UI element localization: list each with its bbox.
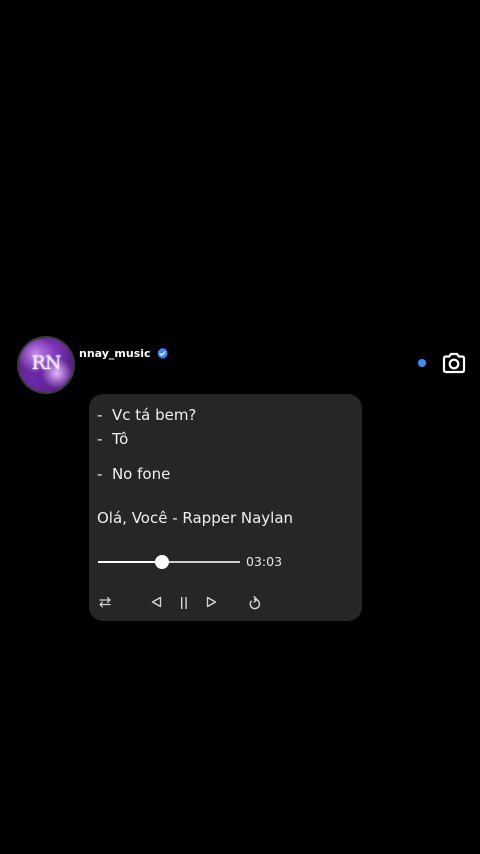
verified-badge-icon (157, 347, 168, 359)
progress-track[interactable] (98, 561, 240, 563)
username[interactable]: nnay_music (79, 347, 151, 360)
repeat-icon[interactable] (98, 596, 112, 608)
username-row[interactable]: nnay_music (79, 347, 169, 360)
avatar-monogram: RN (31, 352, 62, 374)
camera-icon[interactable] (441, 351, 467, 375)
music-card (89, 394, 362, 621)
pause-icon[interactable] (180, 596, 188, 610)
lyric-line-1: - Vc tá bem? (97, 406, 197, 424)
replay-icon[interactable] (248, 596, 261, 610)
avatar[interactable]: RN (17, 336, 75, 394)
previous-icon[interactable] (151, 596, 162, 608)
track-duration: 03:03 (246, 554, 283, 569)
song-title: Olá, Você - Rapper Naylan (97, 509, 294, 527)
progress-thumb[interactable] (154, 555, 169, 569)
lyric-line-2: - Tô (97, 430, 129, 448)
status-dot (418, 359, 426, 367)
progress-fill (98, 561, 162, 563)
next-icon[interactable] (206, 596, 217, 608)
lyric-line-3: - No fone (97, 465, 171, 483)
